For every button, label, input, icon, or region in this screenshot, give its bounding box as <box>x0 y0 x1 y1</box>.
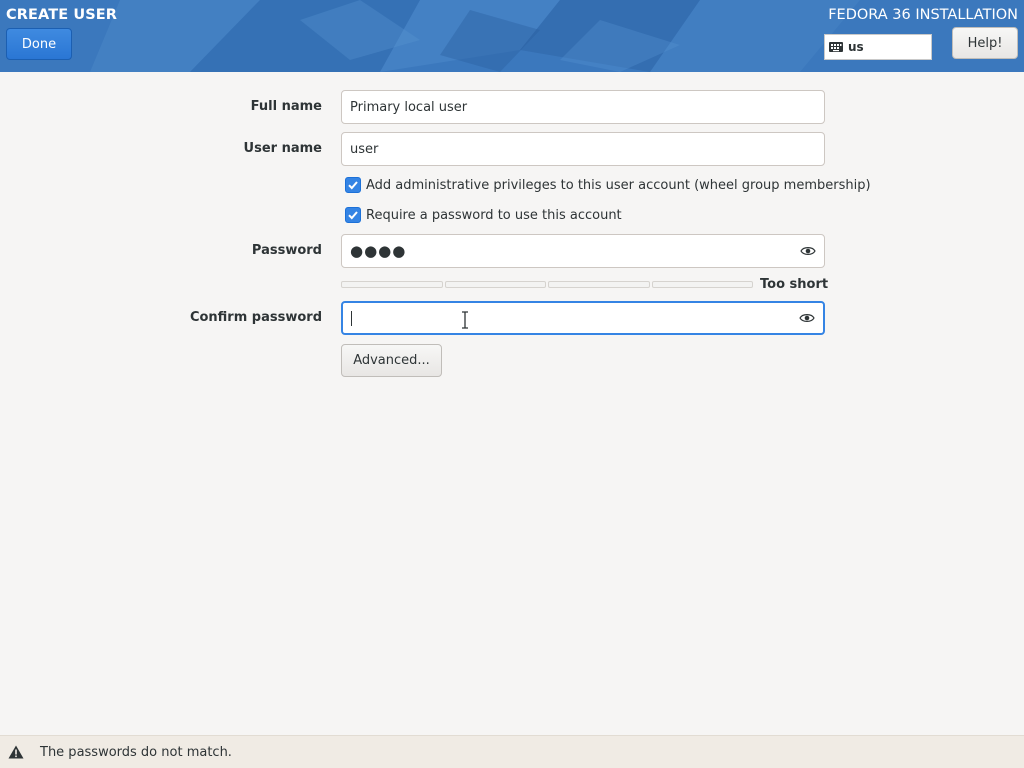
admin-privileges-checkbox[interactable] <box>345 177 361 193</box>
keyboard-layout-label: us <box>848 40 864 54</box>
header-bar: CREATE USER FEDORA 36 INSTALLATION Done … <box>0 0 1024 72</box>
confirm-password-input[interactable] <box>341 301 825 335</box>
help-button[interactable]: Help! <box>952 27 1018 59</box>
status-bar: The passwords do not match. <box>0 735 1024 768</box>
eye-icon[interactable] <box>799 312 815 324</box>
strength-segment <box>548 281 650 288</box>
done-button[interactable]: Done <box>6 28 72 60</box>
text-cursor <box>351 311 352 326</box>
user-name-input[interactable]: user <box>341 132 825 166</box>
page-title: CREATE USER <box>6 7 118 23</box>
admin-privileges-checkbox-row[interactable]: Add administrative privileges to this us… <box>345 177 871 193</box>
eye-icon[interactable] <box>800 245 816 257</box>
product-title: FEDORA 36 INSTALLATION <box>828 7 1018 23</box>
ibeam-cursor-icon <box>462 311 468 329</box>
checkmark-icon <box>348 211 358 220</box>
keyboard-layout-indicator[interactable]: us <box>824 34 932 60</box>
keyboard-icon <box>829 42 843 52</box>
full-name-input[interactable]: Primary local user <box>341 90 825 124</box>
password-strength-label: Too short <box>760 277 829 292</box>
require-password-label: Require a password to use this account <box>366 207 622 223</box>
password-input[interactable]: ●●●● <box>341 234 825 268</box>
confirm-password-label: Confirm password <box>189 310 322 325</box>
advanced-button[interactable]: Advanced... <box>341 344 442 377</box>
status-message: The passwords do not match. <box>40 744 232 760</box>
require-password-checkbox[interactable] <box>345 207 361 223</box>
user-name-label: User name <box>243 141 322 156</box>
strength-segment <box>444 281 546 288</box>
full-name-label: Full name <box>250 99 322 114</box>
password-strength-meter <box>341 281 753 288</box>
user-name-value: user <box>350 141 379 157</box>
strength-segment <box>341 281 443 288</box>
warning-icon <box>8 745 24 759</box>
full-name-value: Primary local user <box>350 99 468 115</box>
admin-privileges-label: Add administrative privileges to this us… <box>366 177 871 193</box>
password-label: Password <box>251 243 322 258</box>
require-password-checkbox-row[interactable]: Require a password to use this account <box>345 207 622 223</box>
strength-segment <box>651 281 753 288</box>
password-value: ●●●● <box>350 242 407 260</box>
checkmark-icon <box>348 181 358 190</box>
